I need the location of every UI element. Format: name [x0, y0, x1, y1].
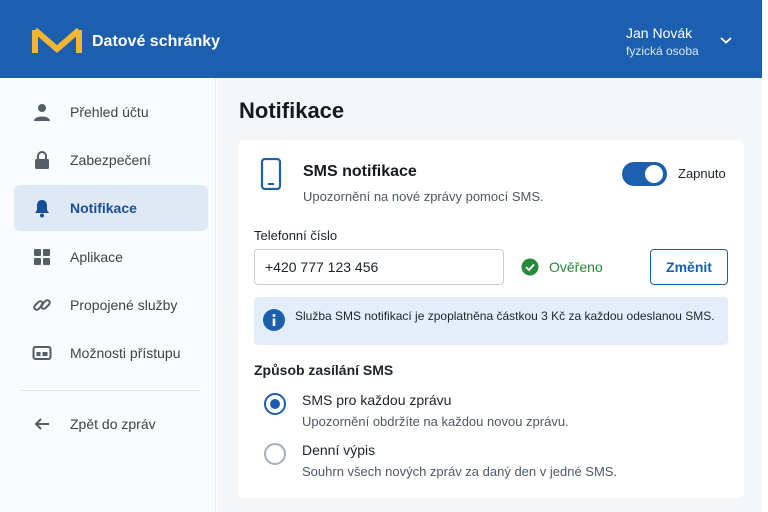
link-icon [33, 299, 51, 311]
sidebar-item-label: Zabezpečení [70, 152, 151, 168]
app-title[interactable]: Datové schránky [92, 33, 220, 51]
option-label[interactable]: SMS pro každou zprávu [302, 392, 451, 408]
chevron-down-icon[interactable] [719, 35, 733, 45]
sidebar-item-label: Notifikace [70, 200, 137, 216]
phone-input[interactable] [254, 249, 504, 285]
sidebar-item-label: Propojené služby [70, 297, 178, 313]
back-to-messages-link[interactable]: Zpět do zpráv [14, 401, 208, 447]
sms-toggle[interactable] [622, 162, 667, 186]
info-text: Služba SMS notifikací je zpoplatněna čás… [295, 309, 715, 323]
sidebar: Přehled účtu Zabezpečení Notifikace Apli… [0, 78, 216, 512]
phone-icon [260, 158, 282, 190]
user-role: fyzická osoba [626, 44, 699, 58]
user-name[interactable]: Jan Novák [626, 25, 692, 41]
arrow-left-icon [34, 418, 49, 430]
verified-status: Ověřeno [549, 259, 603, 275]
info-box: Služba SMS notifikací je zpoplatněna čás… [254, 297, 728, 345]
radio-daily-summary[interactable] [264, 443, 286, 465]
top-bar: Datové schránky Jan Novák fyzická osoba [0, 0, 762, 78]
bell-icon [35, 200, 49, 218]
envelope-logo-icon[interactable] [32, 27, 82, 55]
sidebar-item-apps[interactable]: Aplikace [14, 234, 208, 280]
sidebar-item-linked-services[interactable]: Propojené služby [14, 282, 208, 328]
sidebar-item-access-options[interactable]: Možnosti přístupu [14, 330, 208, 376]
option-description: Upozornění obdržíte na každou novou zprá… [302, 414, 569, 429]
grid-icon [34, 249, 50, 265]
lock-icon [35, 151, 49, 169]
back-label: Zpět do zpráv [70, 416, 156, 432]
sidebar-divider [20, 390, 200, 391]
radio-every-message[interactable] [264, 393, 286, 415]
sms-title: SMS notifikace [303, 163, 417, 180]
toggle-knob [645, 165, 663, 183]
toggle-label: Zapnuto [678, 166, 726, 181]
access-card-icon [32, 346, 52, 360]
user-icon [34, 104, 50, 121]
sidebar-item-overview[interactable]: Přehled účtu [14, 89, 208, 135]
phone-label: Telefonní číslo [254, 228, 338, 243]
sms-settings-card: SMS notifikace Upozornění na nové zprávy… [238, 140, 744, 498]
check-circle-icon [521, 258, 539, 276]
option-label[interactable]: Denní výpis [302, 442, 375, 458]
info-icon [263, 309, 285, 331]
page-title: Notifikace [239, 98, 345, 123]
sidebar-item-label: Přehled účtu [70, 104, 149, 120]
delivery-section-title: Způsob zasílání SMS [254, 362, 394, 378]
sms-description: Upozornění na nové zprávy pomocí SMS. [303, 189, 544, 204]
option-description: Souhrn všech nových zpráv za daný den v … [302, 464, 618, 479]
main-content: Notifikace SMS notifikace Upozornění na … [217, 78, 762, 512]
sidebar-item-label: Aplikace [70, 249, 123, 265]
sidebar-item-label: Možnosti přístupu [70, 345, 181, 361]
change-phone-button[interactable]: Změnit [650, 249, 728, 285]
sidebar-item-notifications[interactable]: Notifikace [14, 185, 208, 231]
sidebar-item-security[interactable]: Zabezpečení [14, 137, 208, 183]
